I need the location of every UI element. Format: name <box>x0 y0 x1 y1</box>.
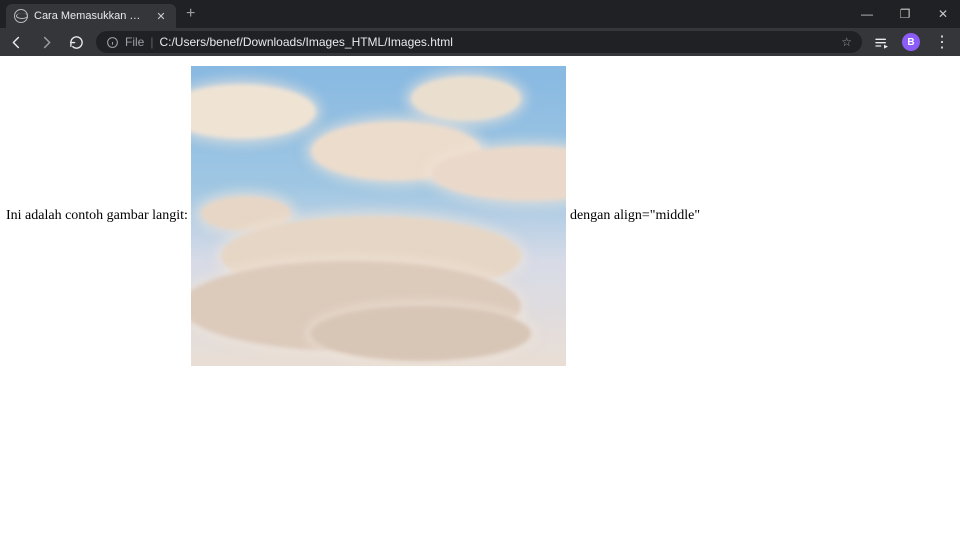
browser-toolbar: File | C:/Users/benef/Downloads/Images_H… <box>0 28 960 56</box>
profile-avatar[interactable]: B <box>902 33 920 51</box>
sky-image <box>191 66 566 366</box>
address-url: C:/Users/benef/Downloads/Images_HTML/Ima… <box>159 35 452 49</box>
tab-title: Cara Memasukkan Gambar di HT <box>34 10 148 22</box>
address-scheme-label: File <box>125 35 144 49</box>
browser-titlebar: Cara Memasukkan Gambar di HT ✕ + — ❐ ✕ <box>0 0 960 28</box>
page-content: Ini adalah contoh gambar langit: dengan … <box>0 56 960 376</box>
back-button[interactable] <box>6 35 26 50</box>
browser-tab[interactable]: Cara Memasukkan Gambar di HT ✕ <box>6 4 176 28</box>
close-window-button[interactable]: ✕ <box>932 7 954 21</box>
text-before-image: Ini adalah contoh gambar langit: <box>6 208 191 223</box>
address-separator: | <box>150 35 153 49</box>
toolbar-right: B ⋮ <box>872 32 954 52</box>
new-tab-button[interactable]: + <box>176 0 205 28</box>
window-controls: — ❐ ✕ <box>856 0 960 28</box>
address-bar[interactable]: File | C:/Users/benef/Downloads/Images_H… <box>96 31 862 53</box>
browser-menu-button[interactable]: ⋮ <box>930 32 954 52</box>
media-control-icon[interactable] <box>872 34 892 50</box>
minimize-button[interactable]: — <box>856 7 878 21</box>
forward-button[interactable] <box>36 35 56 50</box>
reload-button[interactable] <box>66 35 86 50</box>
maximize-button[interactable]: ❐ <box>894 7 916 21</box>
bookmark-star-icon[interactable]: ☆ <box>841 35 852 49</box>
tab-close-button[interactable]: ✕ <box>154 10 168 23</box>
globe-icon <box>14 9 28 23</box>
tab-strip: Cara Memasukkan Gambar di HT ✕ + <box>0 0 205 28</box>
site-info-icon[interactable] <box>106 36 119 49</box>
paragraph: Ini adalah contoh gambar langit: dengan … <box>6 66 954 366</box>
address-bar-actions: ☆ <box>841 35 852 49</box>
text-after-image: dengan align="middle" <box>566 208 700 223</box>
